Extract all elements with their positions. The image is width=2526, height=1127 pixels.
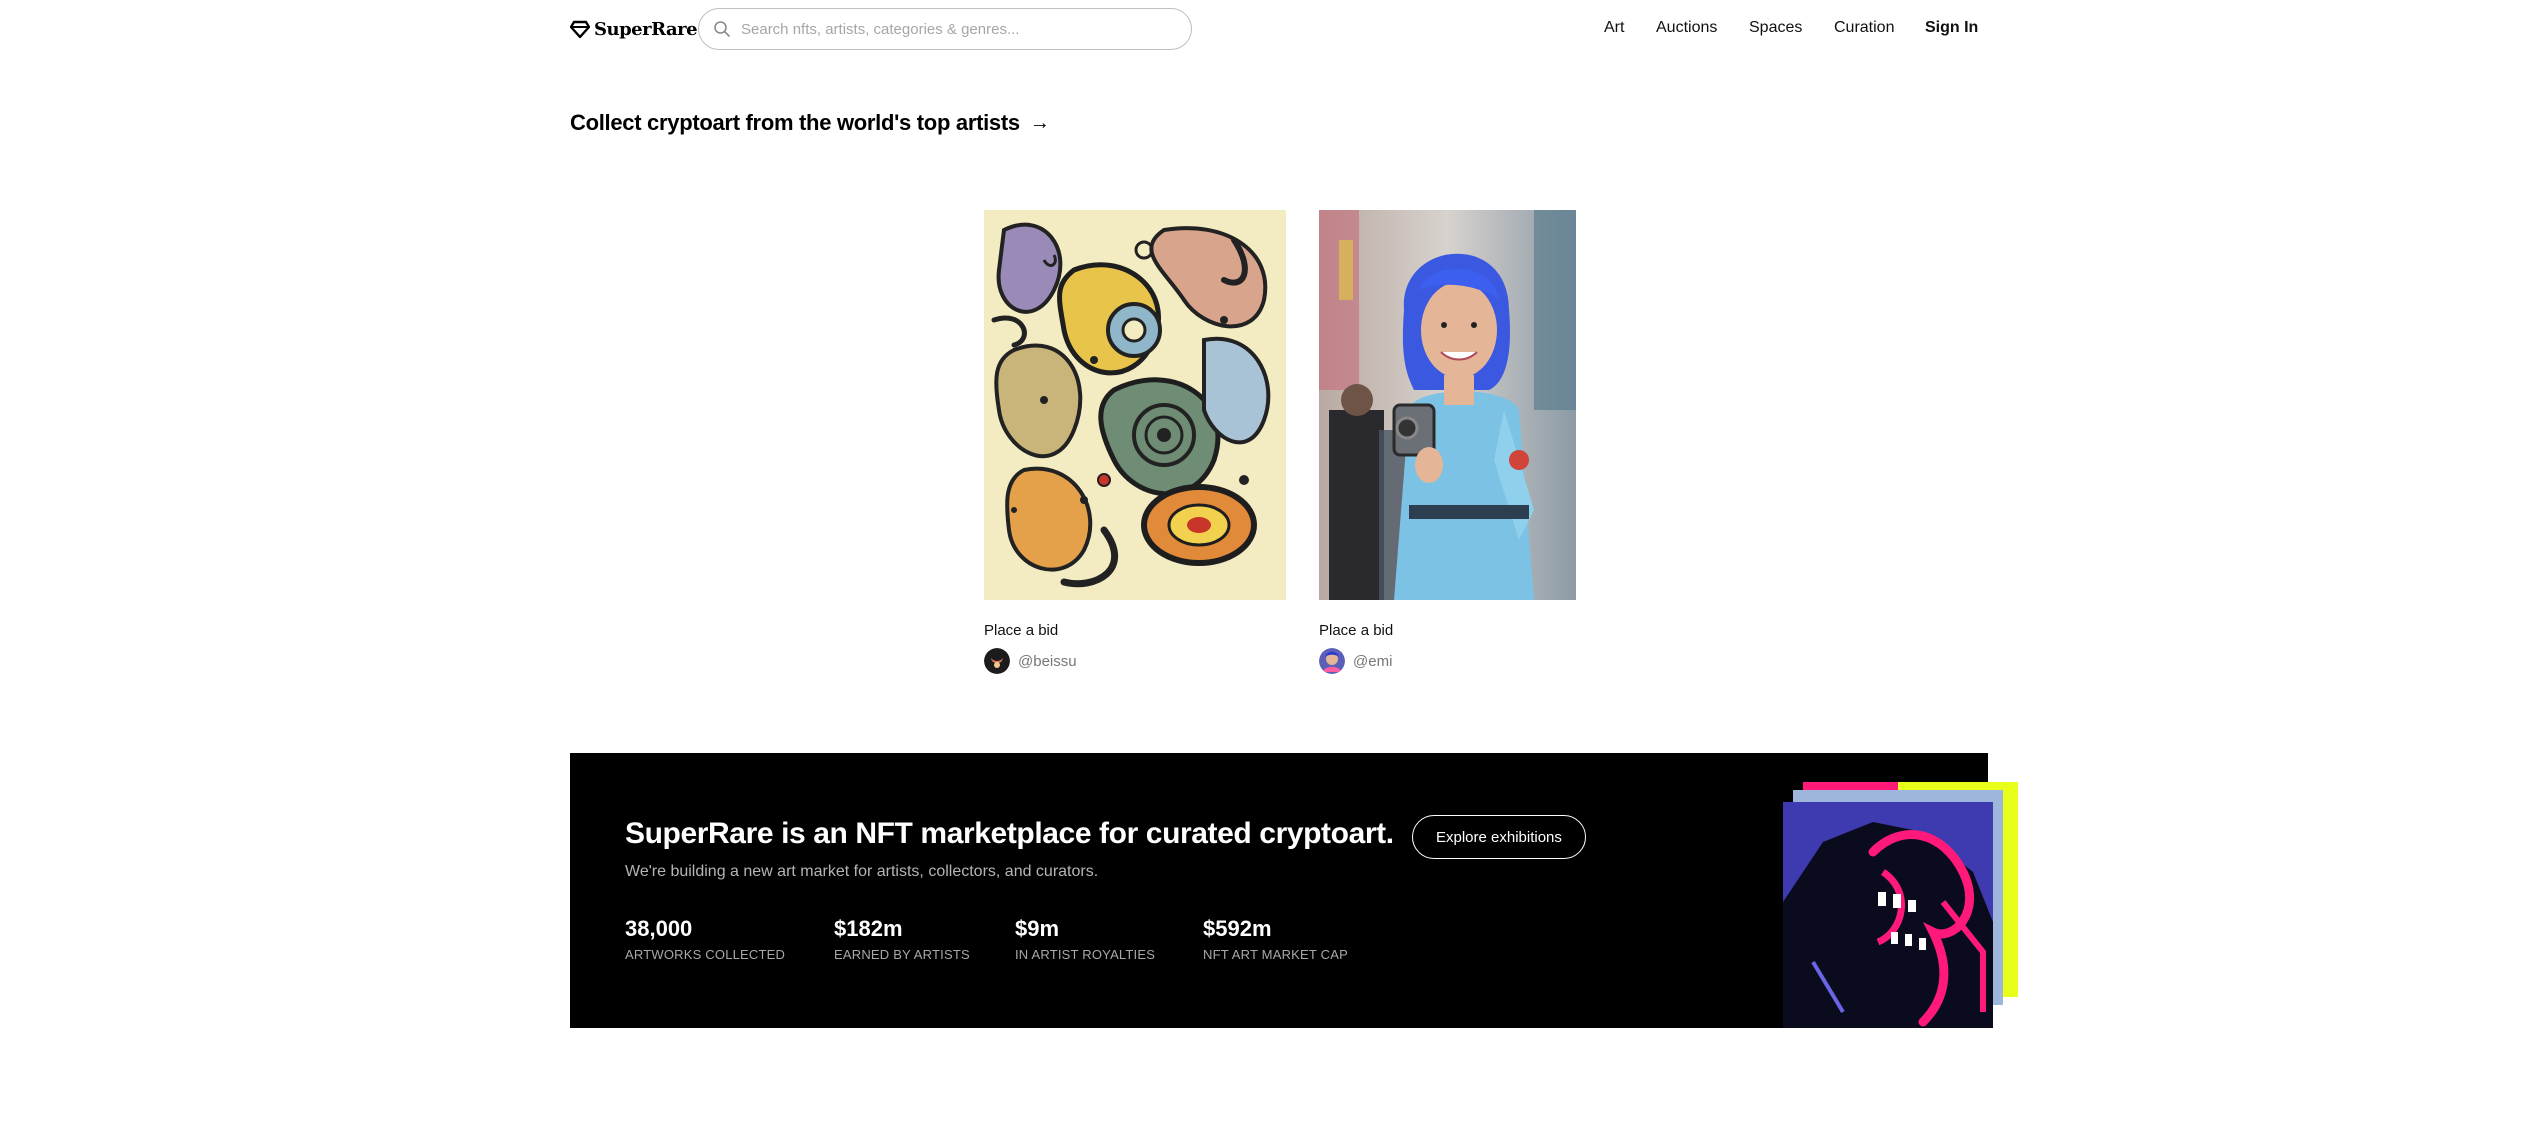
artwork-image-abstract[interactable] [984,210,1286,600]
search-icon [714,21,730,37]
logo-text: SuperRare [594,18,698,40]
stat-artworks-collected: 38,000 ARTWORKS COLLECTED [625,916,785,962]
artwork-card[interactable]: Place a bid @emi [1319,210,1576,680]
stat-earned-by-artists: $182m EARNED BY ARTISTS [834,916,970,962]
search-input[interactable] [741,20,1161,38]
stat-value: $182m [834,916,903,941]
stat-label: IN ARTIST ROYALTIES [1015,947,1156,962]
place-bid-label[interactable]: Place a bid [984,622,1058,639]
stat-artist-royalties: $9m IN ARTIST ROYALTIES [1015,916,1155,962]
artist-handle: @beissu [1018,652,1077,670]
artist-handle: @emi [1353,652,1393,670]
collect-heading: Collect cryptoart from the world's top a… [570,110,1020,135]
diamond-logo-icon [570,20,590,39]
artist-link[interactable]: @beissu [984,648,1077,674]
stat-label: ARTWORKS COLLECTED [625,947,786,962]
stat-label: NFT ART MARKET CAP [1203,947,1348,962]
artist-link[interactable]: @emi [1319,648,1392,674]
search-bar[interactable] [698,8,1192,50]
superrare-logo[interactable]: SuperRare [570,17,698,41]
explore-exhibitions-button[interactable]: Explore exhibitions [1412,815,1586,859]
arrow-right-icon: → [1029,111,1050,134]
banner-subtitle: We're building a new art market for arti… [625,863,1099,880]
nav-art[interactable]: Art [1604,19,1624,37]
avatar [1319,648,1345,674]
artwork-image-portrait[interactable] [1319,210,1576,600]
nav-auctions[interactable]: Auctions [1656,19,1717,37]
artwork-card[interactable]: Place a bid @beissu [984,210,1286,680]
collect-heading-link[interactable]: Collect cryptoart from the world's top a… [570,110,1050,136]
avatar [984,648,1010,674]
nav-spaces[interactable]: Spaces [1749,19,1802,37]
stat-market-cap: $592m NFT ART MARKET CAP [1203,916,1348,962]
banner-title: SuperRare is an NFT marketplace for cura… [625,817,1394,850]
nav-curation[interactable]: Curation [1834,19,1894,37]
marketplace-banner: SuperRare is an NFT marketplace for cura… [570,753,2018,1028]
banner-artwork-stack [1783,782,2018,1028]
stat-value: $9m [1015,916,1060,941]
place-bid-label[interactable]: Place a bid [1319,622,1393,639]
stat-value: 38,000 [625,916,693,941]
sign-in-link[interactable]: Sign In [1925,19,1978,37]
top-navigation: SuperRare Art Auctions Spaces Curation S… [0,0,2526,58]
stat-value: $592m [1203,916,1272,941]
stat-label: EARNED BY ARTISTS [834,947,970,962]
